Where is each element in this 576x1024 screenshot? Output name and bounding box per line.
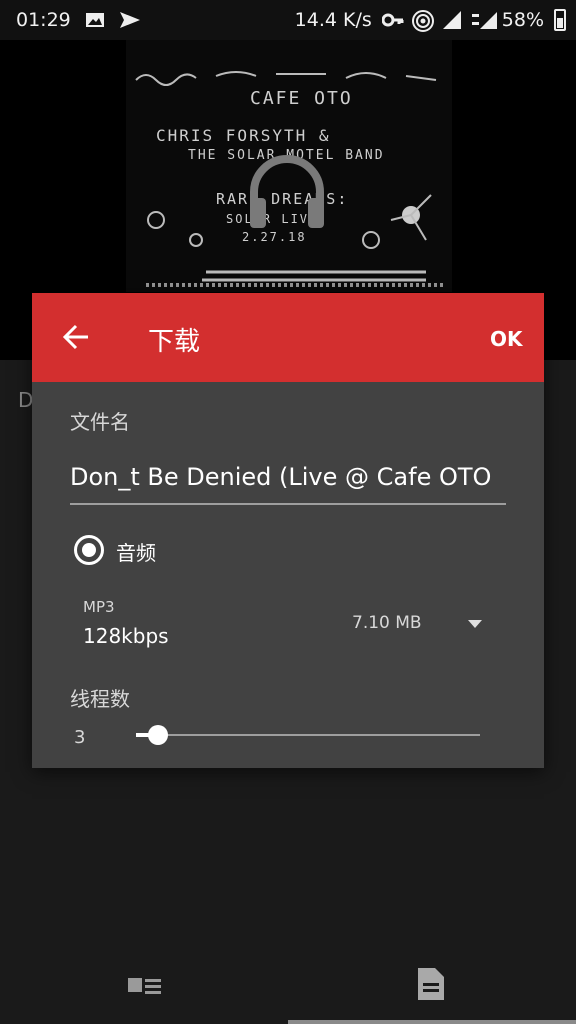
signal-icon [442, 10, 462, 30]
status-bar: 01:29 14.4 K/s 58% [0, 0, 576, 40]
gallery-icon [85, 10, 105, 30]
status-time: 01:29 [16, 9, 71, 31]
dialog-header: 下载 OK [32, 293, 544, 382]
key-icon [381, 10, 404, 30]
battery-percent: 58% [501, 9, 544, 31]
threads-slider-thumb[interactable] [148, 725, 168, 745]
audio-option-label[interactable]: 音频 [116, 537, 156, 566]
chevron-down-icon[interactable] [468, 620, 482, 628]
format-label[interactable]: MP3 [83, 598, 115, 616]
document-tab-icon[interactable] [418, 968, 444, 1004]
bottom-navigation [0, 930, 576, 1024]
tab-indicator [288, 1020, 576, 1024]
file-size[interactable]: 7.10 MB [352, 613, 422, 633]
threads-value: 3 [74, 727, 86, 748]
back-arrow-icon[interactable] [62, 324, 90, 354]
threads-slider-track[interactable] [136, 734, 480, 736]
bitrate-value[interactable]: 128kbps [83, 624, 169, 648]
send-icon [119, 10, 140, 30]
details-tab-icon[interactable] [128, 976, 162, 1000]
dialog-title: 下载 [148, 327, 201, 357]
download-dialog: 下载 OK 文件名 Don_t Be Denied (Live @ Cafe O… [32, 293, 544, 768]
network-speed: 14.4 K/s [294, 9, 372, 31]
headphones-icon [246, 150, 328, 236]
album-line-1: CAFE OTO [250, 88, 353, 109]
filename-label: 文件名 [70, 410, 130, 434]
audio-radio-button[interactable] [74, 535, 104, 565]
battery-icon [554, 9, 566, 31]
hotspot-icon [411, 10, 434, 32]
album-line-2: CHRIS FORSYTH & [156, 126, 331, 145]
threads-label: 线程数 [70, 687, 130, 711]
filename-input[interactable]: Don_t Be Denied (Live @ Cafe OTO [70, 463, 506, 505]
ok-button[interactable]: OK [490, 327, 523, 351]
signal-4g-icon [471, 10, 497, 30]
